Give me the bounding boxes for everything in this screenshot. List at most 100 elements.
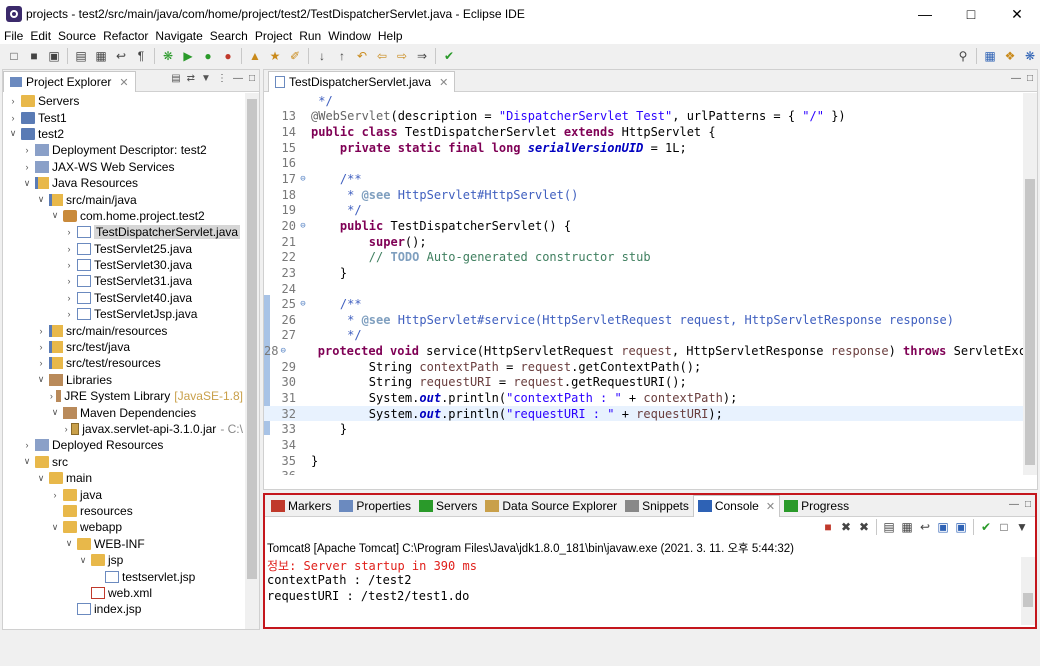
last-edit-icon[interactable]: ↶ <box>354 47 370 65</box>
code-line[interactable]: 32 System.out.println("requestURI : " + … <box>264 405 1023 422</box>
tab-servers[interactable]: Servers <box>415 495 481 517</box>
search-toolbar-icon[interactable]: ✐ <box>287 47 303 65</box>
menu-refactor[interactable]: Refactor <box>99 29 151 43</box>
tree-item[interactable]: › src/main/resources <box>3 322 243 338</box>
tree-item[interactable]: ∨ Libraries <box>3 372 243 388</box>
tree-item[interactable]: › Deployed Resources <box>3 437 243 453</box>
close-tab-icon[interactable]: ✕ <box>766 500 775 513</box>
save-all-icon[interactable]: ▣ <box>46 47 62 65</box>
tree-item[interactable]: › JRE System Library [JavaSE-1.8] <box>3 388 243 404</box>
menu-source[interactable]: Source <box>54 29 99 43</box>
word-wrap-icon[interactable]: ↩ <box>113 47 129 65</box>
scroll-lock-icon[interactable]: ▦ <box>899 518 915 536</box>
close-button[interactable]: ✕ <box>994 0 1040 28</box>
show-on-stderr-icon[interactable]: ▣ <box>953 518 969 536</box>
fold-toggle-icon[interactable]: ⊖ <box>298 299 308 309</box>
chevron-right-icon[interactable]: › <box>35 326 47 336</box>
code-line[interactable]: 27 */ <box>264 328 1023 344</box>
external-tools-icon[interactable]: ● <box>220 47 236 65</box>
tree-item[interactable]: ∨ src/main/java <box>3 191 243 207</box>
chevron-right-icon[interactable]: › <box>7 113 19 123</box>
maximize-view-icon[interactable]: □ <box>1027 73 1033 84</box>
debug-perspective-icon[interactable]: ❋ <box>1022 47 1038 65</box>
fold-toggle-icon[interactable]: ⊖ <box>298 174 308 184</box>
chevron-right-icon[interactable]: › <box>63 309 75 319</box>
toggle-mark-icon[interactable]: ▤ <box>73 47 89 65</box>
java-ee-perspective-icon[interactable]: ❖ <box>1002 47 1018 65</box>
run-coverage-icon[interactable]: ● <box>200 47 216 65</box>
menu-file[interactable]: File <box>0 29 26 43</box>
pin-console-icon[interactable]: ✔ <box>978 518 994 536</box>
whitespace-icon[interactable]: ¶ <box>133 47 149 65</box>
tree-item[interactable]: resources <box>3 503 243 519</box>
editor-scrollbar[interactable] <box>1023 93 1037 475</box>
new-java-project-icon[interactable]: ▲ <box>247 47 263 65</box>
open-perspective-icon[interactable]: ▦ <box>982 47 998 65</box>
chevron-right-icon[interactable]: › <box>21 145 33 155</box>
tab-markers[interactable]: Markers <box>267 495 335 517</box>
tree-item[interactable]: › TestServlet30.java <box>3 257 243 273</box>
code-line[interactable]: 26 * @see HttpServlet#service(HttpServle… <box>264 312 1023 328</box>
chevron-down-icon[interactable]: ∨ <box>77 555 89 566</box>
chevron-right-icon[interactable]: › <box>49 391 54 401</box>
tree-item[interactable]: › Test1 <box>3 109 243 125</box>
tab-project-explorer[interactable]: Project Explorer ✕ <box>3 71 136 92</box>
chevron-right-icon[interactable]: › <box>63 424 69 434</box>
tab-editor-file[interactable]: TestDispatcherServlet.java ✕ <box>268 71 456 92</box>
code-line[interactable]: 34 <box>264 437 1023 453</box>
chevron-right-icon[interactable]: › <box>21 162 33 172</box>
tree-item[interactable]: index.jsp <box>3 601 243 617</box>
forward-dropdown-icon[interactable]: ⇒ <box>414 47 430 65</box>
minimize-button[interactable]: — <box>902 0 948 28</box>
chevron-down-icon[interactable]: ∨ <box>7 128 19 139</box>
menu-edit[interactable]: Edit <box>26 29 54 43</box>
open-console-icon[interactable]: ▼ <box>1014 518 1030 536</box>
code-line[interactable]: 14 public class TestDispatcherServlet ext… <box>264 124 1023 140</box>
tree-item[interactable]: › TestServlet25.java <box>3 241 243 257</box>
chevron-right-icon[interactable]: › <box>63 293 75 303</box>
tab-progress[interactable]: Progress <box>780 495 853 517</box>
chevron-down-icon[interactable]: ∨ <box>63 538 75 549</box>
collapse-all-icon[interactable]: ▤ <box>171 73 180 84</box>
save-icon[interactable]: ■ <box>26 47 42 65</box>
tree-item[interactable]: › TestServlet40.java <box>3 290 243 306</box>
code-area[interactable]: */ 13 @WebServlet(description = "Dispatche… <box>264 93 1023 475</box>
tree-item[interactable]: ∨ src <box>3 454 243 470</box>
code-line[interactable]: 24 <box>264 281 1023 297</box>
minimize-view-icon[interactable]: — <box>1009 499 1019 510</box>
tree-item[interactable]: › Servers <box>3 93 243 109</box>
search-icon[interactable]: ⚲ <box>955 47 971 65</box>
minimize-view-icon[interactable]: — <box>233 73 243 84</box>
link-with-editor-icon[interactable]: ⇄ <box>187 73 195 84</box>
chevron-down-icon[interactable]: ∨ <box>49 210 61 221</box>
chevron-down-icon[interactable]: ∨ <box>21 456 33 467</box>
code-line[interactable]: 23 } <box>264 265 1023 281</box>
forward-icon[interactable]: ⇨ <box>394 47 410 65</box>
tree-item[interactable]: ∨ test2 <box>3 126 243 142</box>
view-menu-icon[interactable]: ⋮ <box>217 73 227 84</box>
remove-all-icon[interactable]: ✖ <box>856 518 872 536</box>
menu-project[interactable]: Project <box>251 29 295 43</box>
code-line[interactable]: 29 String contextPath = request.getConte… <box>264 359 1023 375</box>
code-line[interactable]: 21 super(); <box>264 234 1023 250</box>
minimize-view-icon[interactable]: — <box>1011 73 1021 84</box>
code-line[interactable]: 18 * @see HttpServlet#HttpServlet() <box>264 187 1023 203</box>
remove-launch-icon[interactable]: ✖ <box>838 518 854 536</box>
chevron-right-icon[interactable]: › <box>35 342 47 352</box>
back-icon[interactable]: ⇦ <box>374 47 390 65</box>
tree-item[interactable]: › TestDispatcherServlet.java <box>3 224 243 240</box>
chevron-right-icon[interactable]: › <box>21 440 33 450</box>
code-line[interactable]: 22 // TODO Auto-generated constructor st… <box>264 249 1023 265</box>
explorer-scrollbar[interactable] <box>245 93 259 629</box>
block-selection-icon[interactable]: ▦ <box>93 47 109 65</box>
code-line[interactable]: 36 <box>264 468 1023 475</box>
console-output[interactable]: 정보: Server startup in 390 ms contextPath … <box>267 557 1019 605</box>
tree-item[interactable]: › src/test/java <box>3 339 243 355</box>
chevron-down-icon[interactable]: ∨ <box>21 178 33 189</box>
chevron-right-icon[interactable]: › <box>35 358 47 368</box>
chevron-right-icon[interactable]: › <box>7 96 19 106</box>
chevron-right-icon[interactable]: › <box>49 490 61 500</box>
code-line[interactable]: 30 String requestURI = request.getReques… <box>264 375 1023 391</box>
code-line[interactable]: 28 ⊖ protected void service(HttpServletRe… <box>264 343 1023 359</box>
tree-item[interactable]: testservlet.jsp <box>3 568 243 584</box>
